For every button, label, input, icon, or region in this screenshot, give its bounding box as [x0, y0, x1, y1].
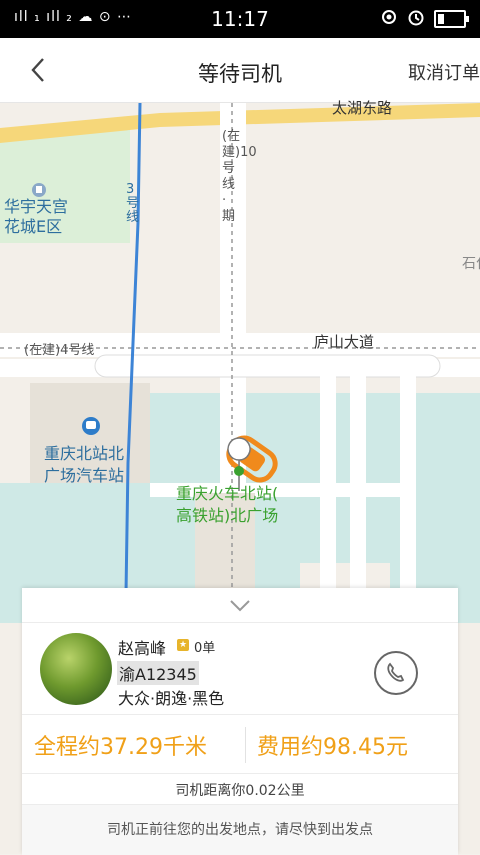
- battery-icon: [434, 10, 469, 28]
- driver-card: 赵高峰 ★ 0单 渝A12345 大众·朗逸·黑色 全程约37.29千米 费用约…: [22, 588, 458, 855]
- trip-fare: 费用约98.45元: [257, 735, 408, 760]
- poi-bus-line1: 重庆北站北: [44, 444, 125, 463]
- poi-bus-label[interactable]: 重庆北站北 广场汽车站: [44, 443, 124, 487]
- driver-info: 赵高峰 ★ 0单 渝A12345 大众·朗逸·黑色: [22, 622, 458, 713]
- divider: [245, 727, 246, 763]
- metro-label-line10: (在建)10号线·期: [222, 129, 257, 224]
- poi-garden-label[interactable]: 华宇天宫 花城E区: [4, 197, 68, 237]
- trip-summary: 全程约37.29千米 费用约98.45元: [22, 714, 458, 774]
- rating-star-icon: ★: [177, 639, 189, 651]
- poi-station-line1: 重庆火车北站(: [176, 484, 279, 503]
- driver-orders: 0单: [194, 641, 216, 656]
- phone-icon: [387, 662, 405, 682]
- driver-distance-note: 司机距离你0.02公里: [175, 783, 305, 799]
- poi-bus-line2: 广场汽车站: [44, 466, 125, 485]
- metro-label-line4: (在建)4号线: [24, 343, 95, 358]
- status-bar: ıll ₁ ıll ₂ ☁ ⊙ ⋯ 11:17: [0, 0, 480, 38]
- cancel-order-button[interactable]: 取消订单: [408, 59, 480, 85]
- poi-garden-line2: 花城E区: [4, 217, 63, 236]
- collapse-handle[interactable]: [22, 594, 458, 618]
- driver-name: 赵高峰: [118, 639, 167, 658]
- car-description: 大众·朗逸·黑色: [118, 689, 225, 708]
- road-label-taihu: 太湖东路: [332, 99, 393, 117]
- road-label-lushan: 庐山大道: [314, 333, 375, 351]
- call-driver-button[interactable]: [374, 651, 418, 695]
- poi-station-label[interactable]: 重庆火车北站( 高铁站)北广场: [176, 483, 278, 527]
- location-icon: [380, 8, 398, 30]
- status-right-icons: [380, 8, 469, 30]
- license-plate: 渝A12345: [117, 661, 199, 685]
- edge-map-label: 石化: [462, 256, 480, 272]
- avatar: [40, 633, 112, 705]
- poi-station-line2: 高铁站)北广场: [176, 506, 279, 525]
- nav-bar: 等待司机 取消订单: [0, 38, 480, 103]
- poi-garden-line1: 华宇天宫: [4, 197, 69, 216]
- alarm-icon: [406, 8, 426, 30]
- trip-distance: 全程约37.29千米: [34, 735, 207, 760]
- status-notice: 司机正前往您的出发地点，请尽快到出发点: [22, 804, 458, 855]
- chevron-down-icon: [230, 600, 250, 612]
- metro-label-line3: 3号线: [126, 182, 140, 225]
